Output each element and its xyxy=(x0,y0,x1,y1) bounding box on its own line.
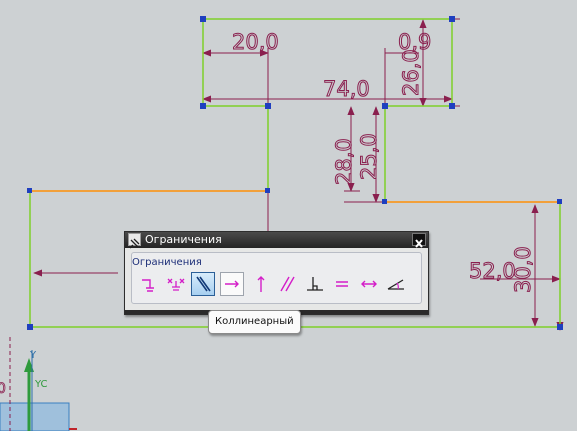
constant-angle-button[interactable] xyxy=(384,272,408,296)
dim-stem-height2[interactable]: 25,0 xyxy=(357,133,382,181)
sketch-canvas[interactable]: 20,0 0,9 74,0 26,0 28,0 25,0 52,0 30,0 0… xyxy=(0,0,577,431)
constant-length-icon xyxy=(361,280,377,288)
vertical-button[interactable] xyxy=(249,272,273,296)
fixed-icon xyxy=(142,279,154,292)
close-button[interactable] xyxy=(412,233,426,248)
constant-angle-icon xyxy=(387,279,404,290)
axis-y-label: Y xyxy=(29,350,37,361)
axis-yc-label: YC xyxy=(34,379,48,390)
horizontal-icon xyxy=(225,280,239,288)
fully-fixed-icon xyxy=(167,278,185,291)
dialog-titlebar[interactable]: Ограничения xyxy=(125,232,428,249)
equal-length-button[interactable] xyxy=(330,272,354,296)
collinear-button[interactable] xyxy=(191,272,215,296)
group-label: Ограничения xyxy=(132,257,202,268)
svg-text:0: 0 xyxy=(0,381,6,397)
constraints-dialog[interactable]: Ограничения Ограничения xyxy=(124,231,429,315)
collinear-icon xyxy=(196,276,211,292)
parallel-button[interactable] xyxy=(276,272,300,296)
dim-top-total[interactable]: 74,0 xyxy=(323,77,371,102)
equal-length-icon xyxy=(336,281,348,287)
perpendicular-button[interactable] xyxy=(303,272,327,296)
close-icon xyxy=(415,239,423,248)
fixed-button[interactable] xyxy=(137,272,161,296)
axis-triad: 0 Y YC xyxy=(0,337,77,431)
fully-fixed-button[interactable] xyxy=(164,272,188,296)
perpendicular-icon xyxy=(307,277,323,291)
pin-icon[interactable] xyxy=(128,233,141,249)
dim-right-height[interactable]: 26,0 xyxy=(399,49,424,97)
dim-right-width[interactable]: 52,0 xyxy=(469,259,517,284)
dialog-title: Ограничения xyxy=(145,233,222,246)
vertical-icon xyxy=(257,276,265,292)
dim-base-height[interactable]: 30,0 xyxy=(511,246,536,294)
horizontal-button[interactable] xyxy=(220,272,244,296)
dim-top-width[interactable]: 20,0 xyxy=(232,30,280,55)
tooltip: Коллинеарный xyxy=(208,310,301,334)
dim-stem-height1[interactable]: 28,0 xyxy=(332,138,357,186)
parallel-icon xyxy=(280,276,295,292)
constant-length-button[interactable] xyxy=(357,272,381,296)
